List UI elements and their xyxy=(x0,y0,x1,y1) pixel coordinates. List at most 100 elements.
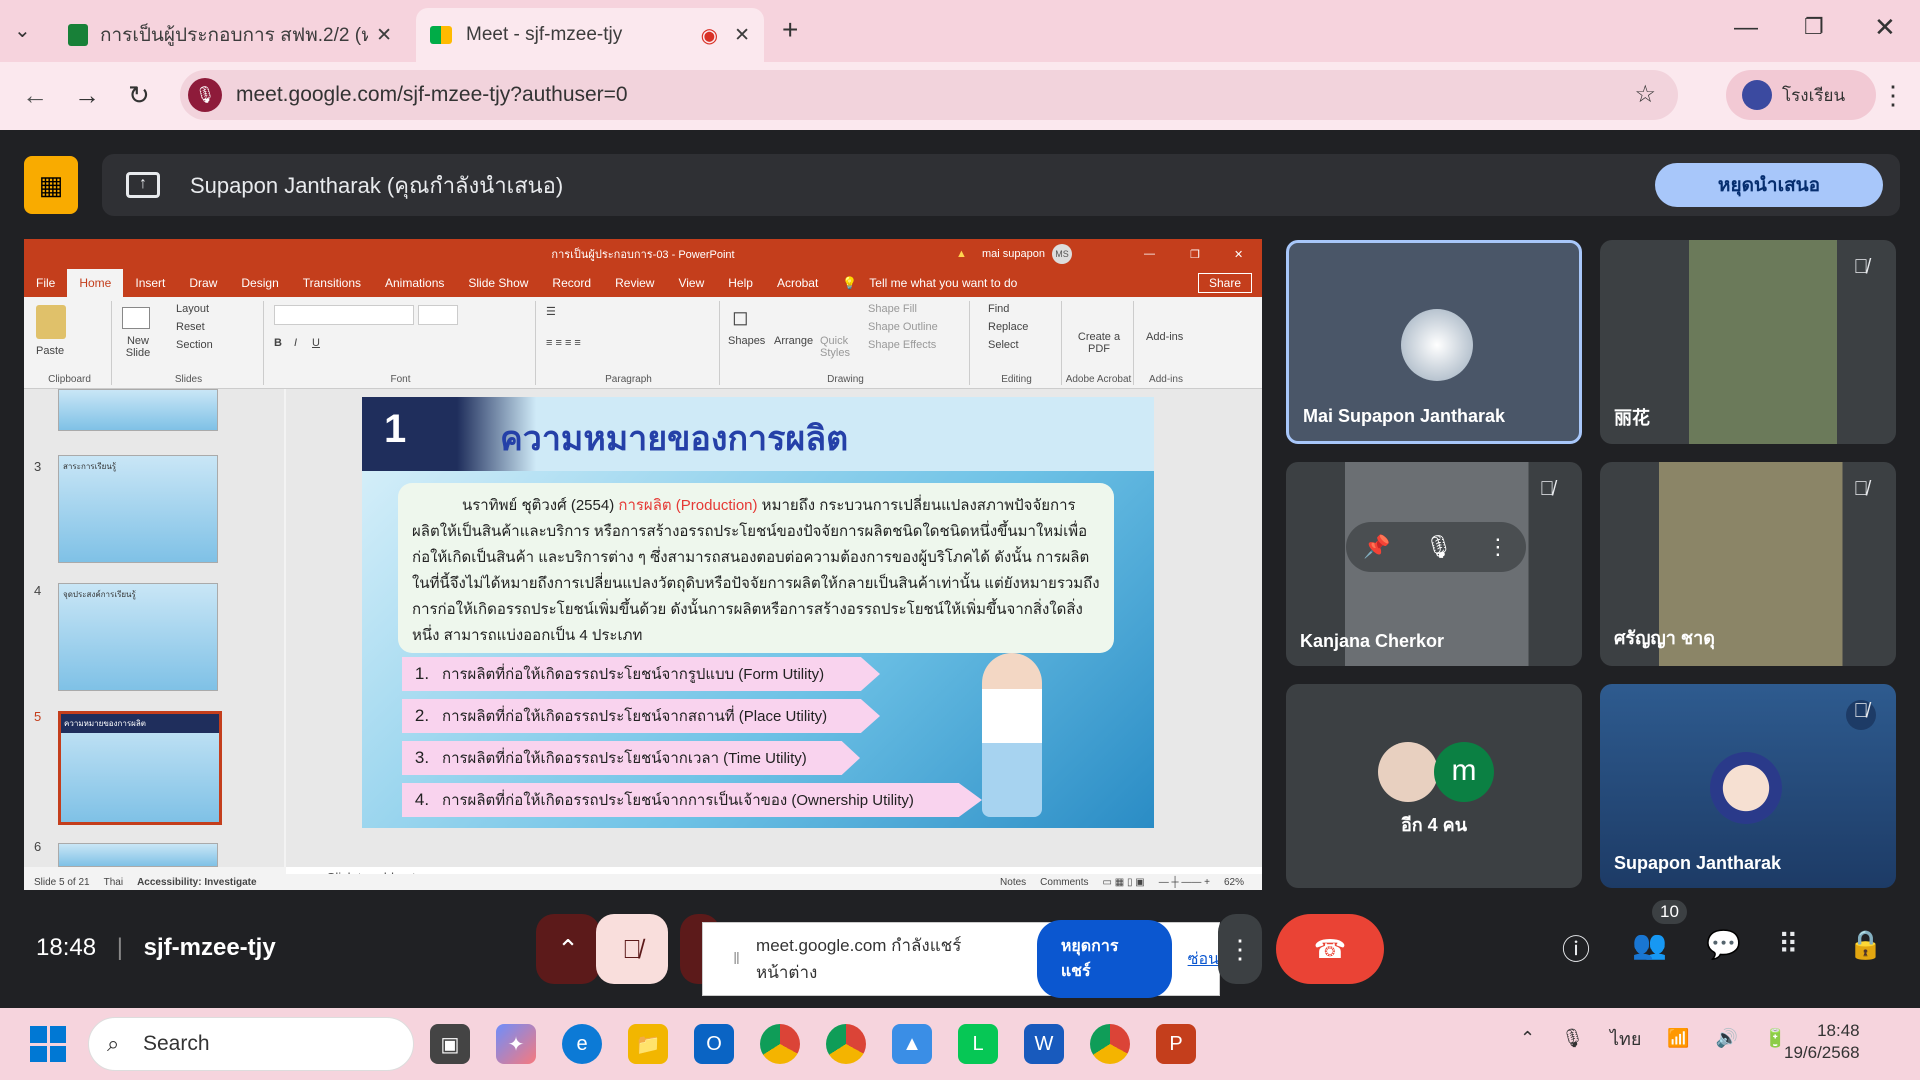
restore-icon[interactable]: ❐ xyxy=(1190,248,1200,261)
comments-button[interactable]: Comments xyxy=(1040,877,1088,888)
input-language[interactable]: ไทย xyxy=(1610,1024,1641,1053)
find-button[interactable]: Find xyxy=(988,303,1009,315)
tab-slide-show[interactable]: Slide Show xyxy=(456,276,540,290)
wifi-icon[interactable]: 📶 xyxy=(1667,1028,1689,1049)
shape-fill-button[interactable]: Shape Fill xyxy=(868,303,917,315)
chat-icon[interactable]: 💬 xyxy=(1706,928,1741,961)
tab-animations[interactable]: Animations xyxy=(373,276,456,290)
audio-options-button[interactable]: ⌃ xyxy=(536,914,600,984)
activities-icon[interactable]: ⠿ xyxy=(1778,928,1799,961)
close-icon[interactable]: ✕ xyxy=(1234,248,1243,261)
stop-presenting-button[interactable]: หยุดนำเสนอ xyxy=(1655,163,1883,207)
tab-sheets[interactable]: การเป็นผู้ประกอบการ สฟพ.2/2 (หวิ... ✕ xyxy=(54,8,406,62)
participant-tile[interactable]: Mai Supapon Jantharak xyxy=(1286,240,1582,444)
create-pdf-button[interactable]: Create a PDF xyxy=(1074,331,1124,355)
tab-meet[interactable]: Meet - sjf-mzee-tjy ◉ ✕ xyxy=(416,8,764,62)
taskbar-search[interactable]: ⌕ Search xyxy=(88,1017,414,1071)
layout-button[interactable]: Layout xyxy=(176,303,209,315)
zoom-level[interactable]: 62% xyxy=(1224,877,1244,888)
language[interactable]: Thai xyxy=(104,877,123,888)
new-tab-button[interactable]: + xyxy=(782,14,798,46)
align-icon[interactable]: ≡ ≡ ≡ ≡ xyxy=(546,337,581,349)
hide-link[interactable]: ซ่อน xyxy=(1188,947,1219,972)
pin-icon[interactable]: 📌 xyxy=(1363,534,1390,560)
tab-help[interactable]: Help xyxy=(716,276,765,290)
slide-thumbnail[interactable] xyxy=(58,389,218,431)
chevron-up-icon[interactable]: ⌃ xyxy=(1520,1028,1535,1049)
drag-handle-icon[interactable]: ‖ xyxy=(733,949,740,969)
reset-button[interactable]: Reset xyxy=(176,321,205,333)
view-buttons[interactable]: ▭ ▦ ▯ ▣ xyxy=(1103,877,1145,888)
italic-icon[interactable]: I xyxy=(294,337,297,349)
powerpoint-icon[interactable]: P xyxy=(1156,1024,1196,1064)
bold-icon[interactable]: B xyxy=(274,337,282,349)
menu-kebab-icon[interactable]: ⋮ xyxy=(1880,80,1906,111)
slide-thumbnail-selected[interactable]: ความหมายของการผลิต xyxy=(58,711,222,825)
arrange-button[interactable]: Arrange xyxy=(774,335,813,347)
outlook-icon[interactable]: O xyxy=(694,1024,734,1064)
font-name-dropdown[interactable] xyxy=(274,305,414,325)
slide[interactable]: 1 ความหมายของการผลิต นราทิพย์ ชุติวงศ์ (… xyxy=(362,397,1154,828)
file-explorer-icon[interactable]: 📁 xyxy=(628,1024,668,1064)
participant-tile[interactable]: 🎙̸ 📌 🎙 ⋮ Kanjana Cherkor xyxy=(1286,462,1582,666)
word-icon[interactable]: W xyxy=(1024,1024,1064,1064)
slide-thumbnail[interactable] xyxy=(58,843,218,867)
copilot-icon[interactable]: ✦ xyxy=(496,1024,536,1064)
info-icon[interactable]: ⓘ xyxy=(1562,928,1590,968)
reload-icon[interactable]: ↻ xyxy=(128,80,150,111)
quick-styles-button[interactable]: Quick Styles xyxy=(820,335,860,359)
participant-tile[interactable]: 🎙̸ ศรัญญา ชาดุ xyxy=(1600,462,1896,666)
shapes-icon[interactable]: ◻ xyxy=(732,305,749,330)
paste-button[interactable]: Paste xyxy=(36,345,64,357)
share-button[interactable]: Share xyxy=(1197,273,1252,293)
section-button[interactable]: Section xyxy=(176,339,213,351)
tab-draw[interactable]: Draw xyxy=(177,276,229,290)
mute-participant-icon[interactable]: 🎙 xyxy=(1425,534,1453,560)
tab-acrobat[interactable]: Acrobat xyxy=(765,276,830,290)
start-icon[interactable] xyxy=(30,1026,66,1062)
people-icon[interactable]: 👥 xyxy=(1632,928,1667,961)
tab-record[interactable]: Record xyxy=(540,276,603,290)
zoom-slider[interactable]: — ┼ —— + xyxy=(1159,877,1210,888)
back-icon[interactable]: ← xyxy=(22,80,48,111)
photos-icon[interactable]: ▲ xyxy=(892,1024,932,1064)
close-icon[interactable]: ✕ xyxy=(376,24,392,47)
chrome-profile-icon[interactable] xyxy=(826,1024,866,1064)
tab-insert[interactable]: Insert xyxy=(123,276,177,290)
minimize-icon[interactable]: — xyxy=(1734,14,1758,42)
tab-home[interactable]: Home xyxy=(67,269,124,297)
tab-view[interactable]: View xyxy=(666,276,716,290)
url-field[interactable]: 🎙 meet.google.com/sjf-mzee-tjy?authuser=… xyxy=(180,70,1678,120)
more-options-icon[interactable]: ⋮ xyxy=(1487,534,1509,560)
star-icon[interactable]: ☆ xyxy=(1634,80,1656,109)
presentation-off-icon[interactable]: ▦ xyxy=(24,156,78,214)
close-icon[interactable]: ✕ xyxy=(734,24,750,47)
paste-icon[interactable] xyxy=(36,305,66,339)
task-view-icon[interactable]: ▣ xyxy=(430,1024,470,1064)
leave-call-button[interactable]: ☎ xyxy=(1276,914,1384,984)
tab-file[interactable]: File xyxy=(24,276,67,290)
forward-icon[interactable]: → xyxy=(74,80,100,111)
line-icon[interactable]: L xyxy=(958,1024,998,1064)
slide-thumbnail[interactable]: สาระการเรียนรู้ xyxy=(58,455,218,563)
tab-design[interactable]: Design xyxy=(229,276,290,290)
volume-icon[interactable]: 🔊 xyxy=(1716,1028,1738,1049)
chrome-active-icon[interactable] xyxy=(1090,1024,1130,1064)
select-button[interactable]: Select xyxy=(988,339,1019,351)
participant-tile[interactable]: 🎙̸ Supapon Jantharak xyxy=(1600,684,1896,888)
font-size-dropdown[interactable] xyxy=(418,305,458,325)
tab-transitions[interactable]: Transitions xyxy=(291,276,373,290)
minimize-icon[interactable]: — xyxy=(1144,248,1155,260)
profile-button[interactable]: โรงเรียน xyxy=(1726,70,1876,120)
chrome-icon[interactable] xyxy=(760,1024,800,1064)
addins-button[interactable]: Add-ins xyxy=(1146,331,1183,343)
restore-icon[interactable]: ❐ xyxy=(1804,14,1824,40)
mic-toggle-button[interactable]: 🎙̸ xyxy=(596,914,668,984)
shapes-button[interactable]: Shapes xyxy=(728,335,765,347)
accessibility-status[interactable]: Accessibility: Investigate xyxy=(137,877,257,888)
slide-thumbnail[interactable]: จุดประสงค์การเรียนรู้ xyxy=(58,583,218,691)
clock[interactable]: 18:48 19/6/2568 xyxy=(1784,1020,1860,1064)
underline-icon[interactable]: U xyxy=(312,337,320,349)
tell-me-field[interactable]: Tell me what you want to do xyxy=(869,276,1029,290)
host-controls-icon[interactable]: 🔒 xyxy=(1848,928,1883,961)
